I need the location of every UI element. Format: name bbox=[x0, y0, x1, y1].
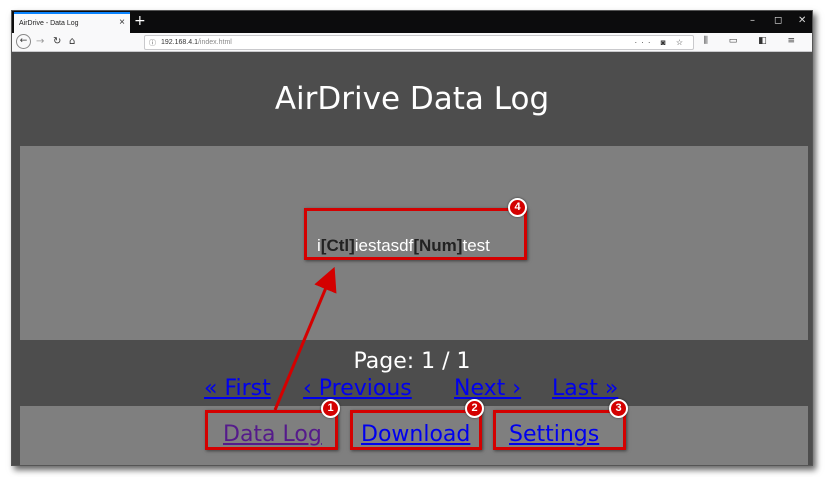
highlight-data-log bbox=[205, 410, 338, 450]
badge-4: 4 bbox=[508, 198, 527, 217]
badge-3: 3 bbox=[609, 399, 628, 418]
highlight-settings bbox=[493, 410, 626, 450]
badge-2: 2 bbox=[465, 399, 484, 418]
arrow-line bbox=[273, 266, 337, 411]
badge-1: 1 bbox=[321, 399, 340, 418]
highlight-download bbox=[350, 410, 482, 450]
highlight-log-entry bbox=[304, 208, 527, 260]
